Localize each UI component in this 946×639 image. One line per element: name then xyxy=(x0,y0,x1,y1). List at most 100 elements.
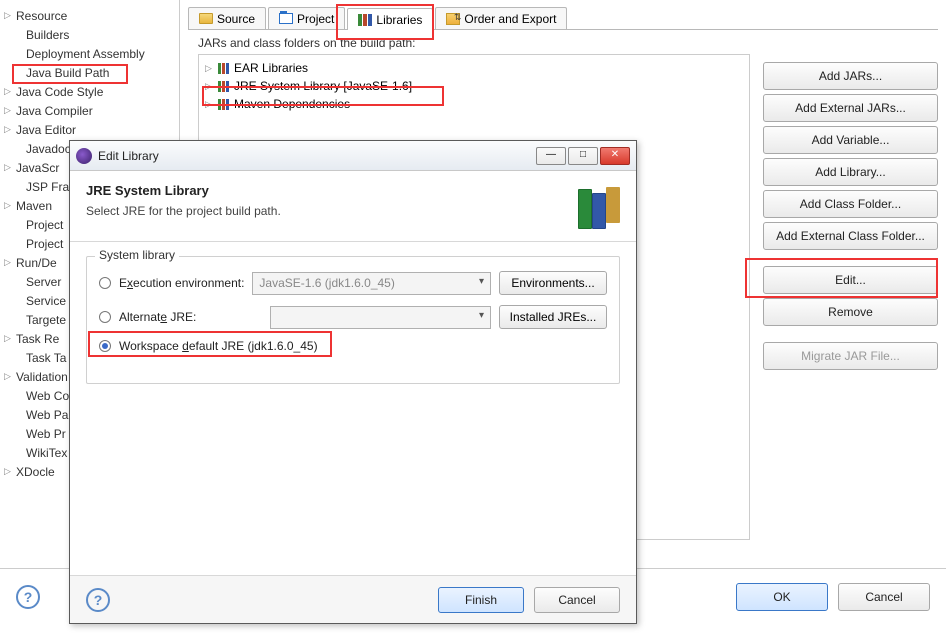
dialog-titlebar[interactable]: Edit Library — □ ✕ xyxy=(70,141,636,171)
tree-label: Deployment Assembly xyxy=(24,47,145,61)
dialog-header: JRE System Library Select JRE for the pr… xyxy=(70,171,636,242)
remove-button[interactable]: Remove xyxy=(763,298,938,326)
tree-label: JSP Fra xyxy=(24,180,69,194)
tree-label: XDocle xyxy=(14,465,55,479)
cancel-button[interactable]: Cancel xyxy=(838,583,930,611)
library-icon xyxy=(218,99,230,110)
tree-label: WikiTex xyxy=(24,446,67,460)
combo-execution-environment[interactable]: JavaSE-1.6 (jdk1.6.0_45) xyxy=(252,272,491,295)
ok-button[interactable]: OK xyxy=(736,583,828,611)
eclipse-icon xyxy=(76,148,92,164)
label-workspace-default[interactable]: Workspace default JRE (jdk1.6.0_45) xyxy=(119,339,318,353)
library-icon xyxy=(218,81,230,92)
tree-label: Java Editor xyxy=(14,123,76,137)
tree-label: Server xyxy=(24,275,61,289)
environments-button[interactable]: Environments... xyxy=(499,271,607,295)
library-row-jre[interactable]: ▷JRE System Library [JavaSE-1.6] xyxy=(205,77,743,95)
tree-label: Web Co xyxy=(24,389,69,403)
library-icon xyxy=(218,63,230,74)
add-jars-button[interactable]: Add JARs... xyxy=(763,62,938,90)
tab-source[interactable]: Source xyxy=(188,7,266,29)
tree-label: Service xyxy=(24,294,66,308)
dialog-body: System library Execution environment: Ja… xyxy=(70,242,636,398)
close-icon[interactable]: ✕ xyxy=(600,147,630,165)
tree-label: Task Ta xyxy=(24,351,66,365)
installed-jres-button[interactable]: Installed JREs... xyxy=(499,305,607,329)
combo-value: JavaSE-1.6 (jdk1.6.0_45) xyxy=(259,276,394,290)
tab-label: Libraries xyxy=(376,13,422,27)
tree-label: Java Build Path xyxy=(24,66,109,80)
dialog-heading: JRE System Library xyxy=(86,183,281,198)
radio-workspace-default[interactable] xyxy=(99,340,111,352)
tree-label: Project xyxy=(24,237,63,251)
tree-item-deployment-assembly[interactable]: Deployment Assembly xyxy=(0,44,179,63)
tab-projects[interactable]: Project xyxy=(268,7,345,29)
label-execution-environment[interactable]: Execution environment: xyxy=(119,276,244,290)
migrate-jar-button: Migrate JAR File... xyxy=(763,342,938,370)
library-row-maven[interactable]: ▷Maven Dependencies xyxy=(205,95,743,113)
edit-button[interactable]: Edit... xyxy=(763,266,938,294)
tree-label: Web Pr xyxy=(24,427,66,441)
tab-libraries[interactable]: Libraries xyxy=(347,8,433,30)
row-workspace-default: Workspace default JRE (jdk1.6.0_45) xyxy=(99,339,607,353)
row-execution-environment: Execution environment: JavaSE-1.6 (jdk1.… xyxy=(99,271,607,295)
add-library-button[interactable]: Add Library... xyxy=(763,158,938,186)
label-alternate-jre[interactable]: Alternate JRE: xyxy=(119,310,262,324)
group-legend: System library xyxy=(95,248,179,262)
tab-order-export[interactable]: Order and Export xyxy=(435,7,567,29)
tree-item-java-editor[interactable]: ▷Java Editor xyxy=(0,120,179,139)
dialog-subheading: Select JRE for the project build path. xyxy=(86,204,281,218)
edit-library-dialog: Edit Library — □ ✕ JRE System Library Se… xyxy=(69,140,637,624)
row-alternate-jre: Alternate JRE: Installed JREs... xyxy=(99,305,607,329)
tree-label: Targete xyxy=(24,313,66,327)
library-books-icon xyxy=(572,183,620,229)
libraries-description: JARs and class folders on the build path… xyxy=(198,36,938,50)
dialog-cancel-button[interactable]: Cancel xyxy=(534,587,620,613)
add-variable-button[interactable]: Add Variable... xyxy=(763,126,938,154)
tabs: Source Project Libraries Order and Expor… xyxy=(188,6,938,30)
help-icon[interactable]: ? xyxy=(16,585,40,609)
minimize-icon[interactable]: — xyxy=(536,147,566,165)
tree-label: Resource xyxy=(14,9,67,23)
add-class-folder-button[interactable]: Add Class Folder... xyxy=(763,190,938,218)
tree-label: Web Pa xyxy=(24,408,68,422)
library-buttons: Add JARs... Add External JARs... Add Var… xyxy=(763,62,938,370)
tree-label: JavaScr xyxy=(14,161,59,175)
tree-label: Java Code Style xyxy=(14,85,103,99)
finish-button[interactable]: Finish xyxy=(438,587,524,613)
tree-item-builders[interactable]: Builders xyxy=(0,25,179,44)
combo-alternate-jre[interactable] xyxy=(270,306,491,329)
dialog-title: Edit Library xyxy=(98,149,530,163)
tree-label: Java Compiler xyxy=(14,104,93,118)
tree-label: Run/De xyxy=(14,256,57,270)
tab-label: Order and Export xyxy=(464,12,556,26)
dialog-footer: ? Finish Cancel xyxy=(70,575,636,623)
system-library-group: System library Execution environment: Ja… xyxy=(86,256,620,384)
library-label: JRE System Library [JavaSE-1.6] xyxy=(234,79,412,93)
library-label: EAR Libraries xyxy=(234,61,308,75)
maximize-icon[interactable]: □ xyxy=(568,147,598,165)
tree-label: Project xyxy=(24,218,63,232)
library-row-ear[interactable]: ▷EAR Libraries xyxy=(205,59,743,77)
tree-item-java-compiler[interactable]: ▷Java Compiler xyxy=(0,101,179,120)
tree-label: Validation xyxy=(14,370,68,384)
dialog-help-icon[interactable]: ? xyxy=(86,588,110,612)
libraries-icon xyxy=(358,14,372,26)
source-icon xyxy=(199,13,213,24)
tree-item-resource[interactable]: ▷Resource xyxy=(0,6,179,25)
add-external-jars-button[interactable]: Add External JARs... xyxy=(763,94,938,122)
tree-item-java-code-style[interactable]: ▷Java Code Style xyxy=(0,82,179,101)
radio-alternate-jre[interactable] xyxy=(99,311,111,323)
order-export-icon xyxy=(446,13,460,25)
tree-label: Javadoc xyxy=(24,142,71,156)
tree-item-java-build-path[interactable]: Java Build Path xyxy=(0,63,179,82)
tab-label: Project xyxy=(297,12,334,26)
add-external-class-folder-button[interactable]: Add External Class Folder... xyxy=(763,222,938,250)
library-label: Maven Dependencies xyxy=(234,97,350,111)
tree-label: Task Re xyxy=(14,332,59,346)
tree-label: Builders xyxy=(24,28,69,42)
radio-execution-environment[interactable] xyxy=(99,277,111,289)
projects-icon xyxy=(279,13,293,24)
tree-label: Maven xyxy=(14,199,52,213)
tab-label: Source xyxy=(217,12,255,26)
